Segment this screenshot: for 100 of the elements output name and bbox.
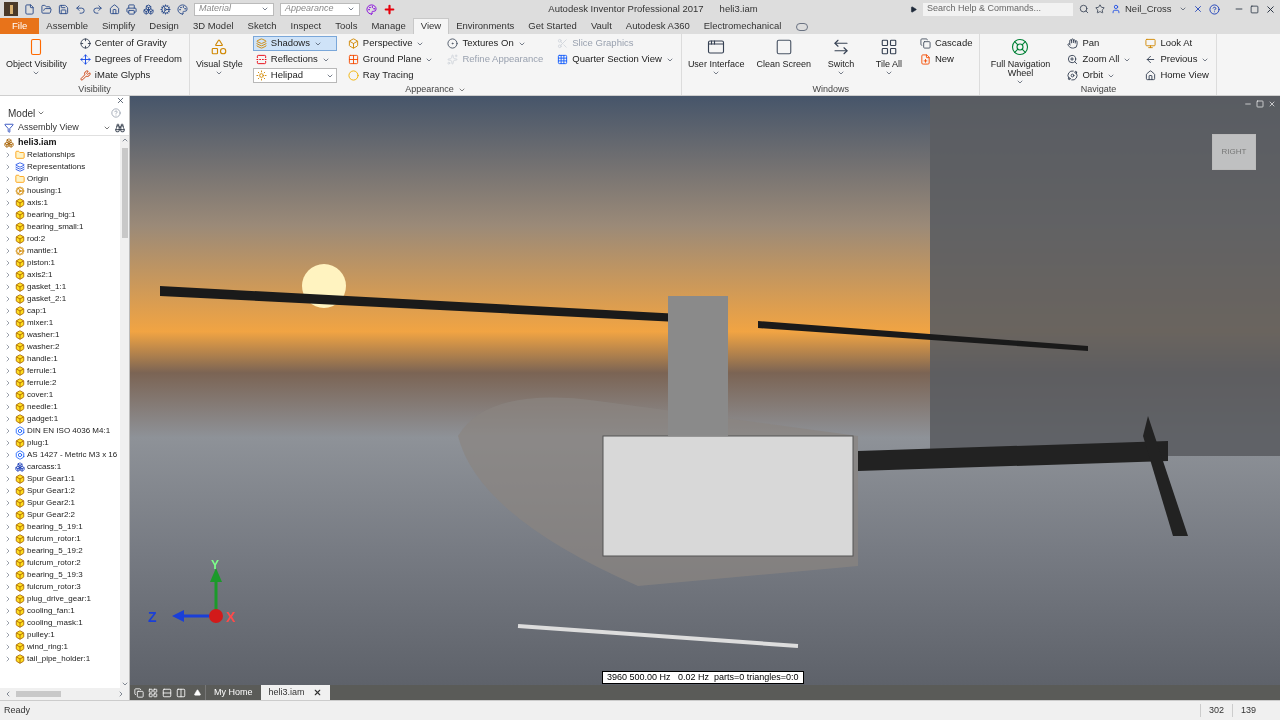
filter-icon[interactable] [4,122,14,133]
ribbon-tab[interactable]: Tools [328,18,365,34]
tree-item[interactable]: DIN EN ISO 4036 M4:1 [27,425,111,437]
viewport-window-controls[interactable] [1244,100,1276,108]
ribbon-large-button[interactable]: Switch [820,36,861,84]
ribbon-button[interactable]: Center of Gravity [76,36,185,51]
ribbon-button[interactable]: Home View [1142,68,1213,83]
tree-item[interactable]: cooling_fan:1 [27,605,75,617]
cascade-icon[interactable] [134,687,144,698]
tree-item[interactable]: fulcrum_rotor:1 [27,533,81,545]
tree-item[interactable]: axis2:1 [27,269,53,281]
boxes-icon[interactable] [143,3,154,15]
ribbon-tab[interactable]: Environments [449,18,522,34]
ribbon-button[interactable]: Cascade [916,36,976,51]
ribbon-button[interactable]: Ground Plane [344,52,437,67]
ribbon-tab[interactable]: Electromechanical [696,18,789,34]
close-icon[interactable] [312,688,322,697]
panel-title[interactable]: Appearance [405,84,466,95]
expand-icon[interactable] [910,5,917,13]
ribbon-tab[interactable]: Vault [583,18,619,34]
home-icon[interactable] [109,3,120,15]
plus-icon[interactable] [383,2,396,16]
render-viewport[interactable]: RIGHT Y Z X 3960 500.00 Hz 0.02 Hz parts=0 triangles=0:0 [130,96,1280,685]
ribbon-tab[interactable]: Manage [364,18,413,34]
undo-icon[interactable] [75,3,86,15]
tree-item[interactable]: plug_drive_gear:1 [27,593,92,605]
tree-item[interactable]: Spur Gear2:1 [27,497,76,509]
tree-item[interactable]: pulley:1 [27,629,55,641]
tree-item[interactable]: fulcrum_rotor:2 [27,557,81,569]
binoculars-icon[interactable] [115,122,125,133]
app-logo-icon[interactable] [4,2,18,16]
ribbon-large-button[interactable]: Clean Screen [754,36,813,84]
palette-icon[interactable] [177,3,188,15]
vertical-scrollbar[interactable] [120,136,129,688]
ribbon-tab[interactable]: Autodesk A360 [618,18,697,34]
ribbon-tab[interactable]: Simplify [95,18,143,34]
ribbon-tab[interactable]: Sketch [240,18,284,34]
ribbon-button[interactable]: New [916,52,976,67]
help-icon[interactable] [1209,3,1220,15]
ribbon-button[interactable]: Shadows [252,36,337,51]
tree-item[interactable]: cover:1 [27,389,54,401]
tree-item[interactable]: AS 1427 - Metric M3 x 16 [27,449,118,461]
user-menu[interactable]: Neil_Cross [1111,1,1187,17]
close-icon[interactable] [1193,4,1203,14]
tree-item[interactable]: piston:1 [27,257,56,269]
scroll-up-icon[interactable] [120,136,129,144]
tree-item[interactable]: mixer:1 [27,317,54,329]
tree-item[interactable]: gasket_1:1 [27,281,67,293]
scroll-right-icon[interactable] [117,690,125,698]
scroll-left-icon[interactable] [4,690,12,698]
gear-icon[interactable] [160,3,171,15]
tree-item[interactable]: gadget:1 [27,413,59,425]
close-icon[interactable] [116,96,125,105]
tree-item[interactable]: Representations [27,161,86,173]
tree-item[interactable]: carcass:1 [27,461,62,473]
ribbon-large-button[interactable]: Object Visibility [4,36,69,84]
view-dropdown[interactable]: Assembly View [18,120,111,135]
printer-icon[interactable] [126,3,137,15]
tree-item[interactable]: housing:1 [27,185,62,197]
tree-item[interactable]: mantle:1 [27,245,58,257]
appearance-field[interactable]: Appearance [280,2,360,16]
ribbon-tab[interactable]: 3D Model [185,18,241,34]
ribbon-button[interactable]: Perspective [344,36,437,51]
tree-item[interactable]: cap:1 [27,305,47,317]
document-tab[interactable]: heli3.iam [260,685,330,700]
ribbon-large-button[interactable]: Visual Style [194,36,245,84]
tree-item[interactable]: washer:1 [27,329,60,341]
tree-item[interactable]: plug:1 [27,437,49,449]
maximize-icon[interactable] [1250,4,1259,14]
restore-icon[interactable] [1256,100,1264,108]
search-field[interactable]: Search Help & Commands... [923,2,1073,16]
tree-item[interactable]: Relationships [27,149,76,161]
tree-item[interactable]: heli3.iam [0,137,120,149]
ribbon-tab[interactable]: Get Started [521,18,584,34]
tree-item[interactable]: Spur Gear2:2 [27,509,76,521]
ribbon-button[interactable]: Previous [1142,52,1213,67]
redo-icon[interactable] [92,3,103,15]
minimize-icon[interactable] [1244,100,1252,108]
open-folder-icon[interactable] [41,3,52,15]
ribbon-button[interactable]: Pan [1064,36,1135,51]
ribbon-tab[interactable]: Assemble [39,18,96,34]
tree-item[interactable]: Spur Gear1:2 [27,485,76,497]
tree-item[interactable]: tail_pipe_holder:1 [27,653,91,665]
tile-icon[interactable] [148,687,158,698]
tree-item[interactable]: fulcrum_rotor:3 [27,581,81,593]
search-icon[interactable] [1079,4,1089,14]
ribbon-large-button[interactable]: Tile All [868,36,909,84]
palette-icon[interactable] [366,3,377,15]
ribbon-button[interactable]: Textures On [444,36,547,51]
tree-item[interactable]: needle:1 [27,401,58,413]
horizontal-scrollbar[interactable] [0,688,129,700]
tree-item[interactable]: washer:2 [27,341,60,353]
tree-item[interactable]: bearing_5_19:2 [27,545,83,557]
scroll-down-icon[interactable] [120,680,129,688]
ribbon-button[interactable]: Zoom All [1064,52,1135,67]
up-triangle-icon[interactable] [194,689,201,696]
ribbon-tab[interactable]: Inspect [283,18,329,34]
tree-item[interactable]: Origin [27,173,49,185]
ribbon-tab[interactable]: Design [142,18,186,34]
ribbon-button[interactable]: Quarter Section View [554,52,677,67]
